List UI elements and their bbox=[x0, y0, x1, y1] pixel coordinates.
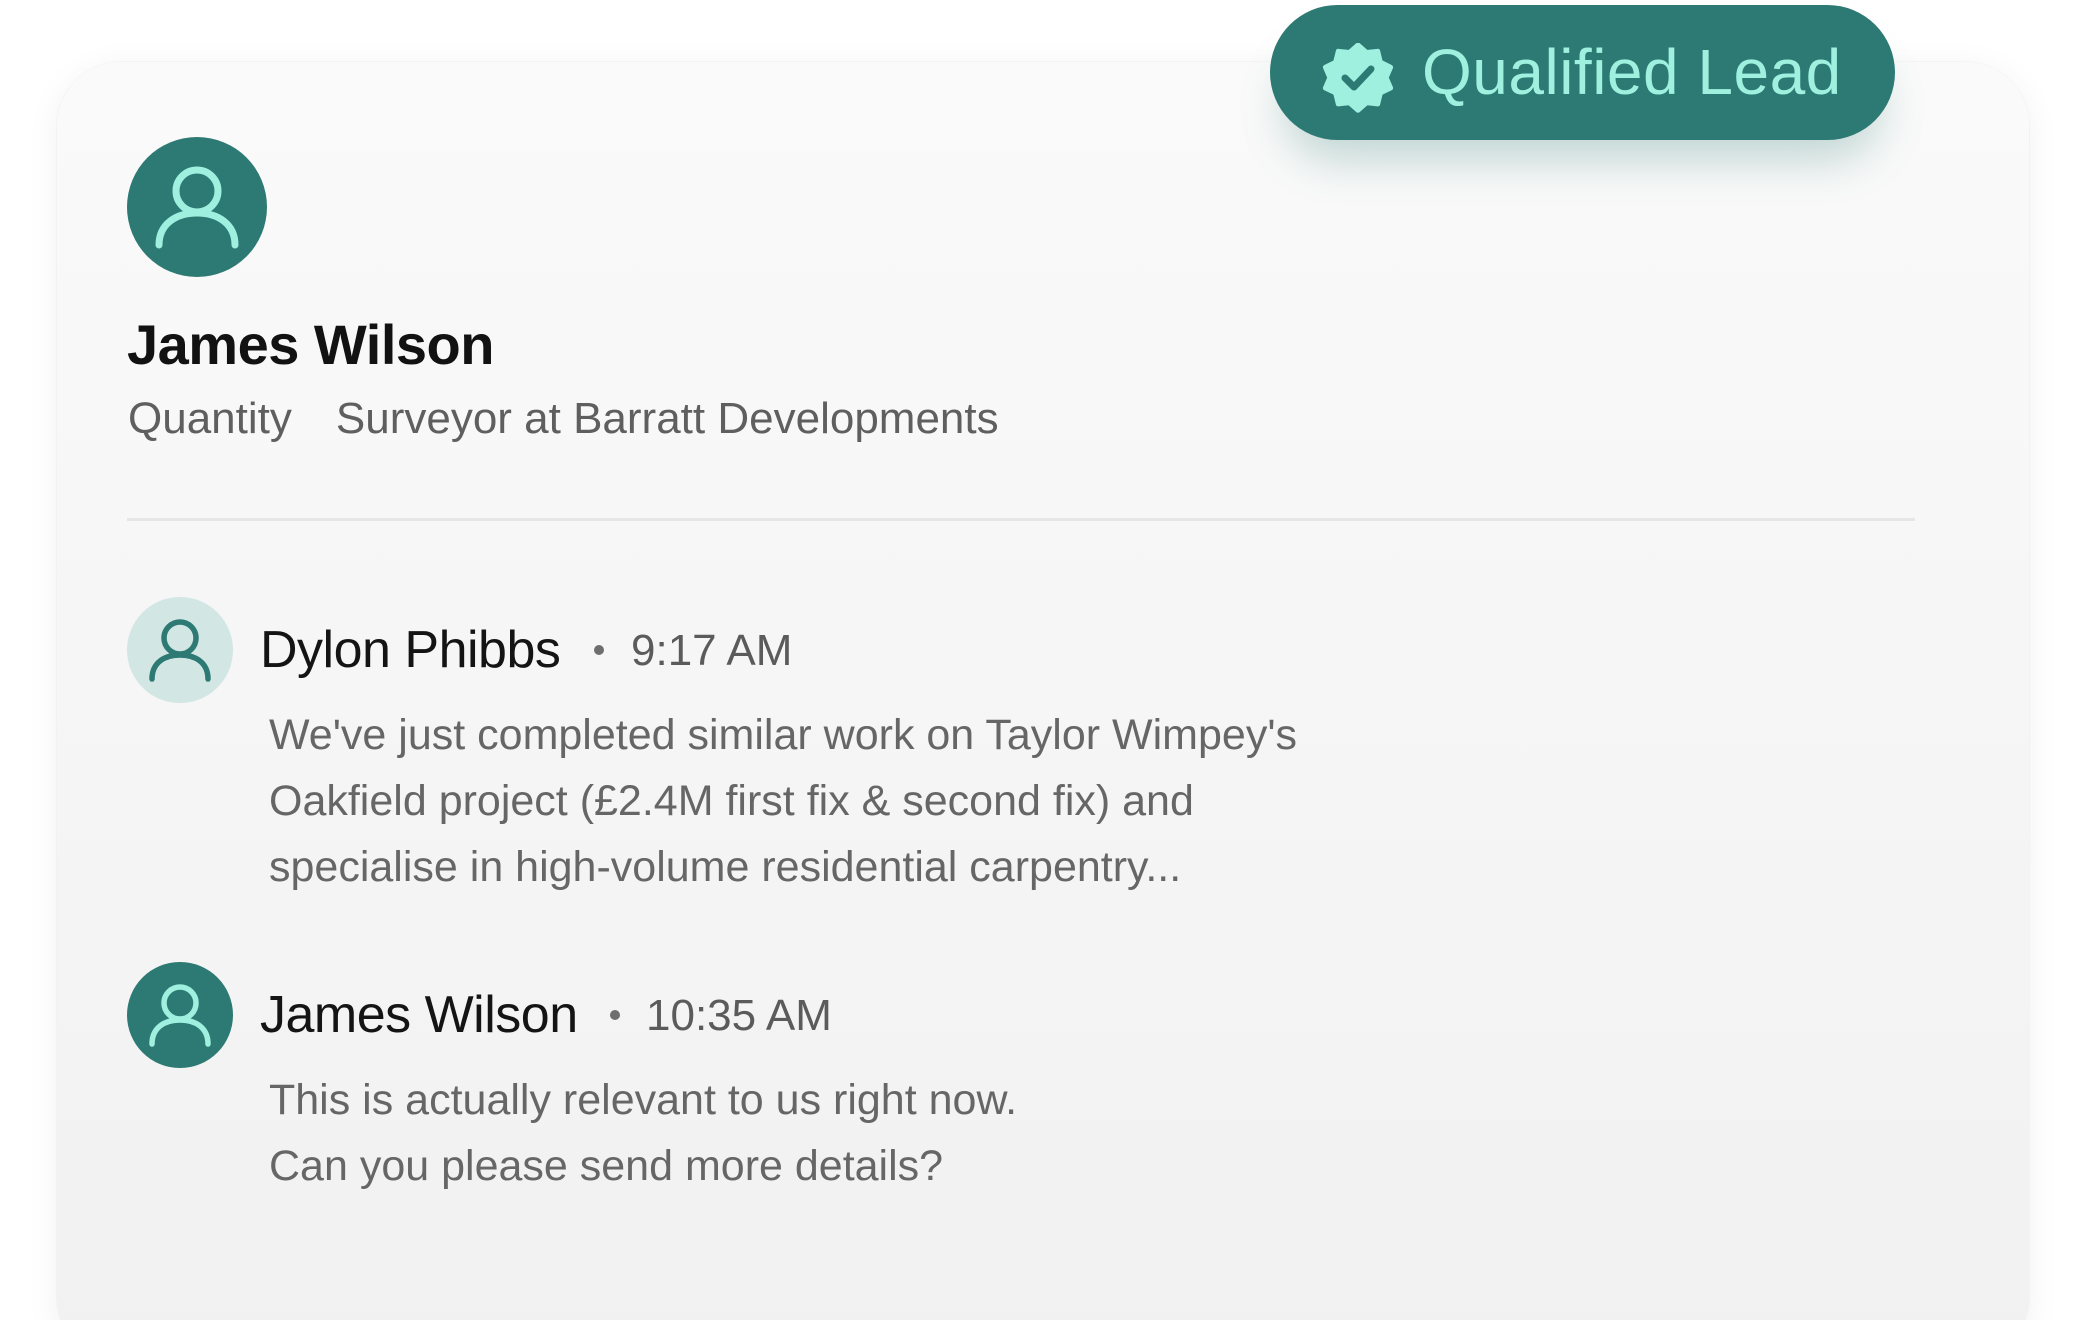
lead-card-stage: Qualified Lead James Wilson Quantity Surv… bbox=[0, 0, 2087, 1320]
profile-avatar bbox=[127, 137, 267, 277]
badge-label: Qualified Lead bbox=[1422, 36, 1842, 108]
message-text-line: We've just completed similar work on Tay… bbox=[269, 711, 1298, 759]
profile-name: James Wilson bbox=[127, 313, 494, 376]
message-text-line: This is actually relevant to us right no… bbox=[269, 1076, 1018, 1124]
message-text-line: Can you please send more details? bbox=[269, 1142, 944, 1190]
user-icon bbox=[155, 166, 239, 249]
message-sender: James Wilson bbox=[260, 986, 578, 1044]
message-sender: Dylon Phibbs bbox=[260, 621, 561, 679]
message-text-line: specialise in high-volume residential ca… bbox=[269, 843, 1182, 891]
separator-dot bbox=[594, 645, 604, 655]
verified-check-icon bbox=[1322, 43, 1394, 113]
profile-role-part1: Quantity bbox=[128, 394, 292, 443]
profile-role: Quantity Surveyor at Barratt Developments bbox=[128, 394, 999, 444]
qualified-lead-badge: Qualified Lead bbox=[1270, 5, 1895, 140]
message-text-line: Oakfield project (£2.4M first fix & seco… bbox=[269, 777, 1194, 825]
message-time: 10:35 AM bbox=[646, 991, 832, 1040]
profile-role-part2: Surveyor at Barratt Developments bbox=[335, 394, 999, 443]
lead-card bbox=[57, 62, 2029, 1320]
user-icon bbox=[149, 619, 211, 682]
message-avatar bbox=[127, 962, 233, 1068]
separator-dot bbox=[610, 1010, 620, 1020]
message-avatar bbox=[127, 597, 233, 703]
message-time: 9:17 AM bbox=[631, 626, 793, 675]
user-icon bbox=[149, 984, 211, 1047]
section-divider bbox=[127, 518, 1915, 521]
